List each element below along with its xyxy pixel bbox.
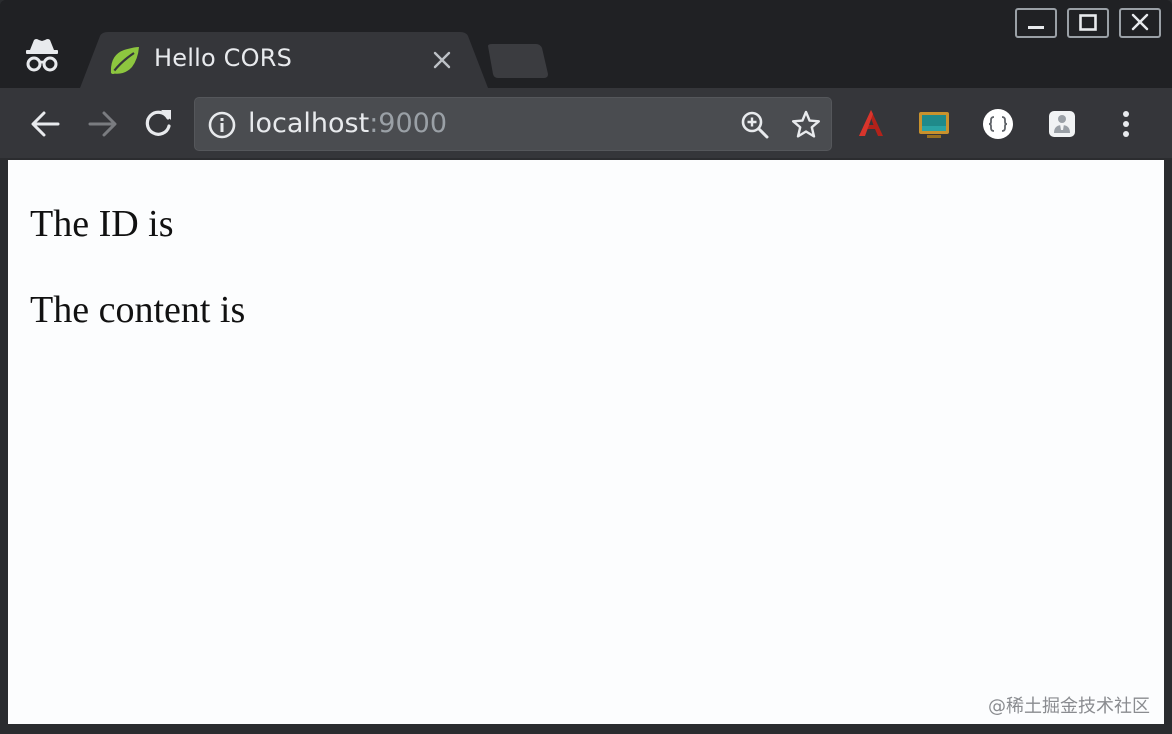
tab-title: Hello CORS bbox=[154, 44, 293, 72]
minimize-button[interactable] bbox=[1015, 8, 1057, 38]
arrow-right-icon bbox=[88, 111, 117, 137]
tab-strip: Hello CORS bbox=[0, 0, 1172, 88]
menu-button[interactable] bbox=[1106, 104, 1146, 144]
browser-toolbar: localhost:9000 bbox=[0, 88, 1172, 160]
content-line: The content is bbox=[30, 289, 246, 331]
tab-close-icon[interactable] bbox=[428, 46, 456, 74]
reload-icon bbox=[145, 110, 171, 136]
minimize-icon bbox=[1028, 26, 1044, 29]
user-icon bbox=[1049, 111, 1075, 137]
spring-leaf-icon bbox=[108, 45, 142, 77]
close-window-button[interactable] bbox=[1119, 8, 1161, 38]
window-frame-bottom bbox=[0, 724, 1172, 734]
window-frame-left bbox=[0, 160, 8, 734]
star-icon[interactable] bbox=[789, 108, 823, 142]
maximize-button[interactable] bbox=[1067, 8, 1109, 38]
page-content: The ID is The content is @稀土掘金技术社区 bbox=[8, 160, 1164, 724]
id-line: The ID is bbox=[30, 203, 174, 245]
user-extension[interactable] bbox=[1042, 104, 1082, 144]
reload-button[interactable] bbox=[138, 104, 178, 144]
browser-window: Hello CORS localhost:9000 The ID is The … bbox=[0, 0, 1172, 734]
back-button[interactable] bbox=[26, 104, 66, 144]
close-icon bbox=[1131, 13, 1149, 31]
new-tab-button[interactable] bbox=[484, 44, 552, 78]
forward-button[interactable] bbox=[82, 104, 122, 144]
info-icon[interactable] bbox=[205, 108, 239, 142]
arrow-left-icon bbox=[31, 111, 60, 137]
screen-capture-icon bbox=[919, 112, 949, 138]
watermark: @稀土掘金技术社区 bbox=[988, 696, 1150, 717]
json-viewer-icon bbox=[983, 109, 1013, 139]
incognito-icon bbox=[22, 36, 62, 76]
zoom-in-icon[interactable] bbox=[738, 108, 772, 142]
url-host: localhost bbox=[248, 108, 370, 139]
address-bar[interactable]: localhost:9000 bbox=[194, 97, 832, 151]
url-port: :9000 bbox=[369, 108, 448, 139]
screen-capture-extension[interactable] bbox=[914, 104, 954, 144]
tab-hello-cors[interactable]: Hello CORS bbox=[80, 32, 488, 88]
json-viewer-extension[interactable] bbox=[978, 104, 1018, 144]
more-vert-icon bbox=[1123, 111, 1129, 137]
acrobat-icon bbox=[859, 110, 883, 136]
acrobat-extension[interactable] bbox=[851, 104, 891, 144]
maximize-icon bbox=[1079, 14, 1097, 31]
url-text: localhost:9000 bbox=[248, 107, 447, 141]
window-frame-right bbox=[1164, 160, 1172, 734]
